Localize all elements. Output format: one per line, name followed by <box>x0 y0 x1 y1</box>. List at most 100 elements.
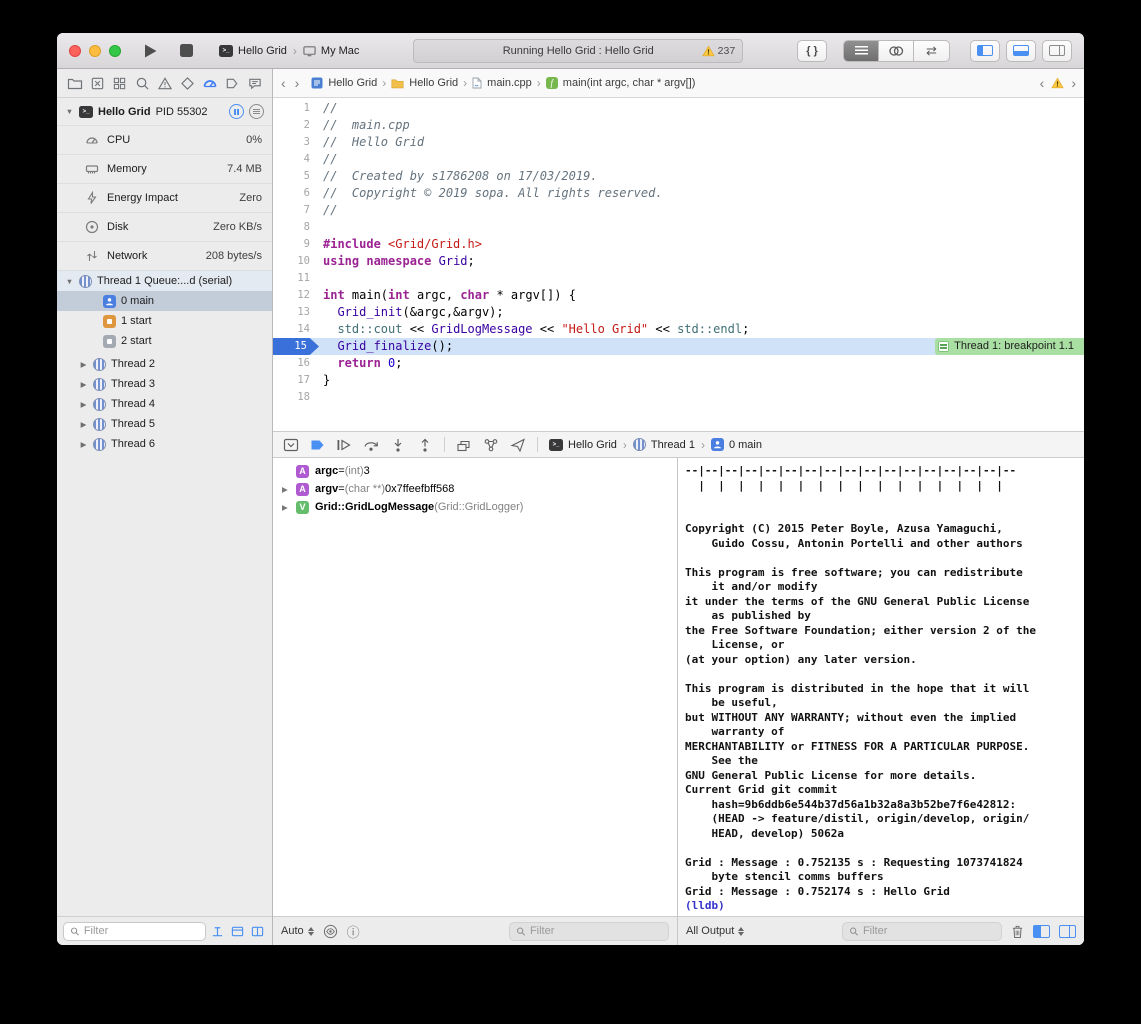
code-line[interactable]: 12int main(int argc, char * argv[]) { <box>273 287 1084 304</box>
stack-view-button[interactable] <box>229 923 246 940</box>
debugbar-crumb[interactable]: Thread 1 <box>633 438 695 451</box>
step-into-button[interactable] <box>390 437 406 453</box>
clear-console-button[interactable] <box>1011 924 1024 939</box>
navigator-tab-symbol[interactable] <box>111 75 128 92</box>
columns-view-button[interactable] <box>249 923 266 940</box>
thread-row[interactable]: 1 start <box>57 311 272 331</box>
disclosure-triangle[interactable]: ▶ <box>79 360 88 369</box>
gauge-row-disk[interactable]: DiskZero KB/s <box>57 213 272 242</box>
activity-viewer[interactable]: Running Hello Grid : Hello Grid 237 <box>413 39 743 63</box>
scope-selector[interactable]: Auto <box>281 925 314 937</box>
navigator-tab-find[interactable] <box>134 75 151 92</box>
code-line[interactable]: 1// <box>273 100 1084 117</box>
variable-row[interactable]: ▶VGrid::GridLogMessage (Grid::GridLogger… <box>273 498 677 516</box>
line-number[interactable]: 12 <box>273 287 319 304</box>
line-number[interactable]: 9 <box>273 236 319 253</box>
breakpoint-annotation[interactable]: Thread 1: breakpoint 1.1 <box>935 338 1084 355</box>
disclosure-triangle[interactable]: ▼ <box>65 107 74 116</box>
thread-row[interactable]: ▶Thread 3 <box>57 374 272 394</box>
close-button[interactable] <box>69 45 81 57</box>
console-filter-field[interactable] <box>842 922 1002 941</box>
thread-row[interactable]: ▼Thread 1 Queue:...d (serial) <box>57 271 272 291</box>
line-number[interactable]: 8 <box>273 219 319 236</box>
jumpbar-crumb[interactable]: Hello Grid <box>391 77 458 89</box>
disclosure-triangle[interactable]: ▶ <box>79 440 88 449</box>
code-line[interactable]: 15 Grid_finalize();Thread 1: breakpoint … <box>273 338 1084 355</box>
toggle-console-view-button[interactable] <box>1059 925 1076 938</box>
line-number[interactable]: 16 <box>273 355 319 372</box>
console-output[interactable]: --|--|--|--|--|--|--|--|--|--|--|--|--|-… <box>678 458 1084 916</box>
line-number[interactable]: 2 <box>273 117 319 134</box>
print-description-button[interactable]: ⓘ <box>347 922 360 941</box>
run-button[interactable] <box>143 43 158 59</box>
toggle-variables-view-button[interactable] <box>1033 925 1050 938</box>
debugbar-crumb[interactable]: 0 main <box>711 438 762 451</box>
disclosure-triangle[interactable]: ▶ <box>79 380 88 389</box>
navigator-tab-source-control[interactable] <box>89 75 106 92</box>
assistant-editor-button[interactable] <box>879 41 914 61</box>
output-selector[interactable]: All Output <box>686 925 744 937</box>
forward-button[interactable]: › <box>295 75 300 91</box>
variables-list[interactable]: Aargc = (int) 3▶Aargv = (char **) 0x7ffe… <box>273 458 677 916</box>
navigator-tab-test[interactable] <box>179 75 196 92</box>
line-number[interactable]: 1 <box>273 100 319 117</box>
line-number[interactable]: 5 <box>273 168 319 185</box>
breakpoint-marker[interactable]: 15 <box>273 338 319 355</box>
disclosure-triangle[interactable]: ▶ <box>282 485 288 494</box>
line-number[interactable]: 14 <box>273 321 319 338</box>
step-over-button[interactable] <box>363 437 379 453</box>
line-number[interactable]: 11 <box>273 270 319 287</box>
debugbar-crumb[interactable]: >_Hello Grid <box>549 439 617 451</box>
source-editor[interactable]: 1//2// main.cpp3// Hello Grid4//5// Crea… <box>273 98 1084 431</box>
version-editor-button[interactable]: ⇄ <box>914 41 949 61</box>
back-button[interactable]: ‹ <box>281 75 286 91</box>
thread-row[interactable]: ▶Thread 6 <box>57 434 272 454</box>
code-line[interactable]: 13 Grid_init(&argc,&argv); <box>273 304 1084 321</box>
jumpbar-crumb[interactable]: fmain(int argc, char * argv[]) <box>546 77 696 89</box>
warning-count[interactable]: 237 <box>702 45 736 57</box>
simulate-location-button[interactable] <box>510 437 526 453</box>
navigator-tab-project[interactable] <box>66 75 83 92</box>
code-line[interactable]: 2// main.cpp <box>273 117 1084 134</box>
continue-button[interactable] <box>336 437 352 453</box>
previous-issue-button[interactable]: ‹ <box>1040 75 1045 91</box>
flatten-stack-button[interactable] <box>209 923 226 940</box>
sidebar-filter-field[interactable] <box>63 922 206 941</box>
toggle-navigator-button[interactable] <box>970 40 1000 62</box>
code-line[interactable]: 3// Hello Grid <box>273 134 1084 151</box>
stop-button[interactable] <box>180 44 193 57</box>
console-filter-input[interactable] <box>863 925 995 937</box>
code-line[interactable]: 9#include <Grid/Grid.h> <box>273 236 1084 253</box>
process-row[interactable]: ▼ >_ Hello Grid PID 55302 <box>57 98 272 125</box>
code-line[interactable]: 18 <box>273 389 1084 406</box>
sidebar-filter-input[interactable] <box>84 925 199 937</box>
line-number[interactable]: 18 <box>273 389 319 406</box>
navigator-tab-report[interactable] <box>246 75 263 92</box>
debug-view-hierarchy-button[interactable] <box>456 437 472 453</box>
toggle-inspectors-button[interactable] <box>1042 40 1072 62</box>
thread-row[interactable]: 2 start <box>57 331 272 351</box>
gauge-row-energy[interactable]: Energy ImpactZero <box>57 184 272 213</box>
navigator-tab-issue[interactable] <box>156 75 173 92</box>
hide-debug-area-button[interactable] <box>283 437 299 453</box>
code-line[interactable]: 8 <box>273 219 1084 236</box>
code-line[interactable]: 16 return 0; <box>273 355 1084 372</box>
line-number[interactable]: 6 <box>273 185 319 202</box>
code-line[interactable]: 14 std::cout << GridLogMessage << "Hello… <box>273 321 1084 338</box>
variable-row[interactable]: Aargc = (int) 3 <box>273 462 677 480</box>
next-issue-button[interactable]: › <box>1071 75 1076 91</box>
line-number[interactable]: 3 <box>273 134 319 151</box>
navigator-tab-debug[interactable] <box>201 75 218 92</box>
code-line[interactable]: 7// <box>273 202 1084 219</box>
jumpbar-crumb[interactable]: main.cpp <box>472 77 532 89</box>
disclosure-triangle[interactable]: ▶ <box>79 400 88 409</box>
code-snippets-button[interactable]: { } <box>797 40 827 62</box>
jumpbar-crumb[interactable]: Hello Grid <box>311 77 377 89</box>
step-out-button[interactable] <box>417 437 433 453</box>
gauge-row-memory[interactable]: Memory7.4 MB <box>57 155 272 184</box>
minimize-button[interactable] <box>89 45 101 57</box>
disclosure-triangle[interactable]: ▶ <box>282 503 288 512</box>
code-line[interactable]: 6// Copyright © 2019 sopa. All rights re… <box>273 185 1084 202</box>
gauge-row-cpu[interactable]: CPU0% <box>57 126 272 155</box>
pause-process-button[interactable] <box>229 104 244 119</box>
